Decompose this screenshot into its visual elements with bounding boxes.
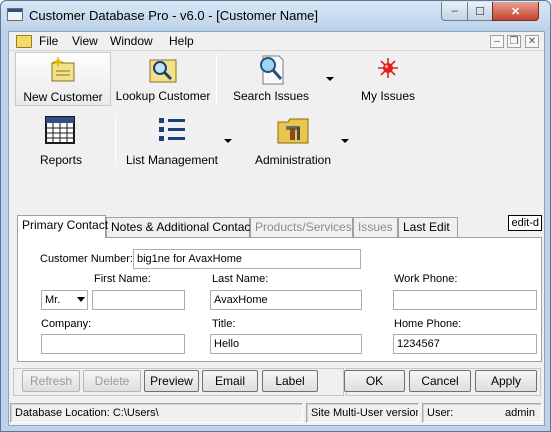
mdi-restore-button[interactable]: ❐	[507, 35, 521, 48]
search-issues-button[interactable]: Search Issues	[223, 52, 319, 106]
administration-button[interactable]: Administration	[245, 112, 341, 168]
customer-number-label: Customer Number:	[40, 253, 133, 265]
mdi-minimize-button[interactable]: –	[490, 35, 504, 48]
work-phone-label: Work Phone:	[394, 273, 458, 285]
customer-number-field[interactable]: big1ne for AvaxHome	[133, 249, 361, 269]
minimize-icon: ‒	[451, 5, 458, 17]
search-issues-label: Search Issues	[232, 89, 310, 103]
mode-status: Site Multi-User version	[306, 403, 419, 423]
list-management-dropdown-arrow[interactable]	[224, 139, 232, 143]
primary-contact-panel: Customer Number: big1ne for AvaxHome Fir…	[17, 237, 542, 362]
edit-control[interactable]: edit-d	[508, 215, 542, 231]
administration-icon	[277, 116, 309, 144]
reports-label: Reports	[39, 153, 83, 167]
tab-primary-contact[interactable]: Primary Contact	[17, 215, 108, 238]
email-button[interactable]: Email	[202, 370, 258, 392]
close-button[interactable]: ✕	[492, 2, 539, 21]
mdi-close-button[interactable]: ✕	[525, 35, 539, 48]
home-phone-field[interactable]: 1234567	[393, 334, 537, 354]
toolbar-secondary: Reports List Management Administration	[9, 110, 544, 172]
lookup-customer-icon	[147, 56, 179, 84]
salutation-value: Mr.	[45, 294, 61, 306]
menu-bar: File View Window Help – ❐ ✕	[9, 32, 544, 51]
tab-issues[interactable]: Issues	[353, 217, 398, 237]
label-button[interactable]: Label	[262, 370, 318, 392]
new-customer-label: New Customer	[23, 90, 103, 104]
first-name-label: First Name:	[94, 273, 151, 285]
last-name-label: Last Name:	[212, 273, 269, 285]
company-label: Company:	[41, 318, 92, 330]
preview-button[interactable]: Preview	[144, 370, 199, 392]
ok-button[interactable]: OK	[344, 370, 405, 392]
close-icon: ✕	[510, 5, 521, 18]
cancel-button[interactable]: Cancel	[409, 370, 471, 392]
list-management-label: List Management	[125, 153, 219, 167]
search-issues-dropdown-arrow[interactable]	[326, 77, 334, 81]
reports-icon	[45, 116, 75, 144]
minimize-button[interactable]: ‒	[441, 2, 468, 21]
menu-file[interactable]: File	[39, 34, 58, 48]
list-management-button[interactable]: List Management	[121, 112, 223, 168]
my-issues-button[interactable]: My Issues	[342, 52, 434, 106]
work-phone-field[interactable]	[393, 290, 537, 310]
search-issues-icon	[255, 54, 287, 86]
company-field[interactable]	[41, 334, 185, 354]
toolbar-main: New Customer Lookup Customer Search Issu…	[9, 51, 544, 108]
app-window: Customer Database Pro - v6.0 - [Customer…	[0, 0, 551, 432]
status-bar: Database Location: C:\Users\ Site Multi-…	[9, 400, 544, 425]
list-management-icon	[157, 116, 187, 144]
user-status: User: admin	[422, 403, 542, 423]
first-name-field[interactable]	[92, 290, 185, 310]
user-name: admin	[505, 407, 535, 419]
title-field[interactable]: Hello	[210, 334, 362, 354]
document-icon[interactable]	[16, 35, 32, 48]
home-phone-label: Home Phone:	[394, 318, 462, 330]
tab-last-edit[interactable]: Last Edit	[398, 217, 458, 237]
last-name-field[interactable]: AvaxHome	[210, 290, 362, 310]
app-icon	[7, 8, 23, 21]
toolbar-separator	[216, 54, 217, 104]
menu-view[interactable]: View	[72, 34, 98, 48]
window-title: Customer Database Pro - v6.0 - [Customer…	[29, 8, 318, 23]
title-label: Title:	[212, 318, 236, 330]
maximize-icon: ☐	[475, 5, 485, 18]
maximize-button[interactable]: ☐	[467, 2, 493, 21]
apply-button[interactable]: Apply	[475, 370, 537, 392]
toolbar-separator	[115, 114, 116, 166]
delete-button[interactable]: Delete	[83, 370, 141, 392]
tab-notes[interactable]: Notes & Additional Contacts	[106, 217, 260, 237]
reports-button[interactable]: Reports	[29, 112, 93, 168]
new-customer-icon	[49, 57, 77, 83]
administration-label: Administration	[254, 153, 332, 167]
salutation-select[interactable]: Mr.	[41, 290, 88, 310]
user-label: User:	[427, 407, 454, 419]
administration-dropdown-arrow[interactable]	[341, 139, 349, 143]
tab-products[interactable]: Products/Services	[250, 217, 353, 237]
my-issues-icon	[377, 57, 399, 79]
client-area: File View Window Help – ❐ ✕ New Customer…	[8, 31, 545, 426]
my-issues-label: My Issues	[360, 89, 415, 103]
chevron-down-icon[interactable]	[77, 297, 85, 302]
menu-window[interactable]: Window	[110, 34, 153, 48]
lookup-customer-label: Lookup Customer	[115, 89, 211, 103]
database-location-status: Database Location: C:\Users\	[10, 403, 303, 423]
menu-help[interactable]: Help	[169, 34, 194, 48]
refresh-button[interactable]: Refresh	[22, 370, 80, 392]
tab-strip: Primary Contact Notes & Additional Conta…	[17, 215, 542, 238]
title-bar[interactable]: Customer Database Pro - v6.0 - [Customer…	[1, 1, 550, 31]
lookup-customer-button[interactable]: Lookup Customer	[113, 52, 213, 106]
new-customer-button[interactable]: New Customer	[15, 52, 111, 106]
